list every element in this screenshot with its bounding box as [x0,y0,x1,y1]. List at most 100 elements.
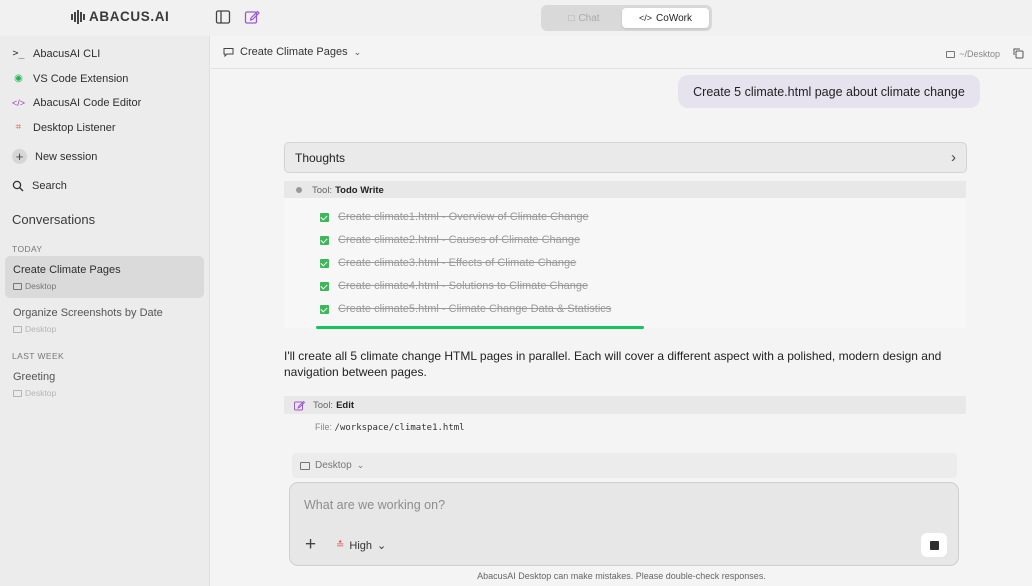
assistant-message: I'll create all 5 climate change HTML pa… [284,349,942,379]
conversation-title-dropdown[interactable]: Create Climate Pages ⌄ [223,46,361,58]
sidebar: >_ AbacusAI CLI ◉ VS Code Extension </> … [0,36,210,586]
conversation-title: Greeting [13,371,56,383]
todo-item: Create climate2.html - Causes of Climate… [320,234,580,246]
top-bar: ABACUS.AI □ Chat </> CoWork [0,0,1032,36]
conversation-header: Create Climate Pages ⌄ ~/Desktop [211,36,1032,69]
search-icon [12,180,24,192]
file-path: /workspace/climate1.html [334,423,465,433]
message-composer: What are we working on? + ≛ High ⌄ [289,482,959,566]
sidebar-item-cli[interactable]: >_ AbacusAI CLI [12,47,100,60]
sidebar-item-label: VS Code Extension [33,72,129,85]
conversation-item[interactable]: Create Climate Pages Desktop [5,256,204,298]
code-brackets-icon: </> [639,13,653,23]
mode-switch: □ Chat </> CoWork [541,5,712,31]
sidebar-item-label: AbacusAI CLI [33,47,101,60]
folder-icon [946,50,956,58]
todo-item: Create climate4.html - Solutions to Clim… [320,280,588,292]
new-chat-edit-icon[interactable] [244,9,260,25]
message-input[interactable]: What are we working on? [304,498,445,512]
disclaimer: AbacusAI Desktop can make mistakes. Plea… [477,571,766,581]
sidebar-item-label: Desktop Listener [33,121,116,134]
chevron-down-icon: ⌄ [353,46,362,57]
abacus-logo: ABACUS.AI [71,9,169,24]
folder-icon [13,389,22,397]
todo-item: Create climate1.html - Overview of Clima… [320,211,589,223]
tool-prefix: Tool: [312,184,333,196]
chat-mode-button[interactable]: □ Chat [545,8,623,28]
abacus-logo-icon [71,9,85,24]
sidebar-toggle-icon[interactable] [215,9,231,25]
user-message: Create 5 climate.html page about climate… [678,75,980,108]
sidebar-item-vscode[interactable]: ◉ VS Code Extension [12,72,128,85]
todo-list: Create climate1.html - Overview of Clima… [284,198,966,328]
checkbox-checked-icon [320,281,329,291]
directory-selector[interactable]: Desktop ⌄ [292,453,957,478]
status-dot-icon [296,187,302,193]
add-attachment-button[interactable]: + [305,535,316,554]
sidebar-item-desktop-listener[interactable]: ⌗ Desktop Listener [12,121,116,134]
workspace-path-text: ~/Desktop [959,49,1000,59]
cowork-mode-button[interactable]: </> CoWork [622,8,709,28]
effort-dropdown[interactable]: ≛ High ⌄ [336,539,387,553]
todo-item: Create climate5.html - Climate Change Da… [320,303,611,315]
chevron-down-icon: ⌄ [377,540,387,552]
tool-name: Todo Write [335,184,384,196]
todo-text: Create climate3.html - Effects of Climat… [338,257,577,269]
file-label: File: [315,422,333,432]
conversation-title-text: Create Climate Pages [240,46,348,58]
logo-text: ABACUS.AI [89,9,170,24]
folder-icon [13,282,22,290]
new-session-button[interactable]: + New session [12,149,97,164]
checkbox-checked-icon [320,258,329,268]
checkbox-checked-icon [320,235,329,245]
todo-text: Create climate2.html - Causes of Climate… [338,234,581,246]
code-editor-icon: </> [12,97,26,108]
conversation-title: Create Climate Pages [13,264,121,276]
conversation-folder: Desktop [25,324,57,334]
chat-bubble-icon [223,48,234,57]
vscode-extension-icon: ◉ [14,73,23,84]
conversations-heading: Conversations [12,212,96,227]
conversation-folder: Desktop [25,388,57,398]
chat-bubble-icon: □ [568,12,575,24]
edited-file-line: File: /workspace/climate1.html [315,422,465,433]
directory-label: Desktop [315,460,352,471]
tool-header-edit[interactable]: Tool: Edit [284,396,966,414]
edit-pencil-icon [294,400,305,410]
chevron-right-icon: › [951,149,956,166]
terminal-icon: >_ [12,48,25,59]
tool-name: Edit [336,399,355,411]
conversation-item[interactable]: Greeting Desktop [5,363,204,405]
new-session-label: New session [35,150,98,163]
thoughts-label: Thoughts [295,151,346,165]
stop-button[interactable] [921,533,947,557]
conversation-item[interactable]: Organize Screenshots by Date Desktop [5,299,204,341]
folder-icon [13,325,22,333]
section-last-week: LAST WEEK [12,351,65,361]
todo-item: Create climate3.html - Effects of Climat… [320,257,576,269]
cowork-mode-label: CoWork [656,12,692,24]
search-label: Search [32,180,67,192]
tool-header-todo[interactable]: Tool: Todo Write [284,181,966,199]
effort-level-icon: ≛ [336,540,345,551]
todo-progress-bar [316,326,644,329]
tool-prefix: Tool: [313,399,334,411]
desktop-listener-icon: ⌗ [15,122,22,133]
checkbox-checked-icon [320,304,329,314]
search-button[interactable]: Search [12,180,67,192]
plus-icon: + [305,534,317,555]
chevron-down-icon: ⌄ [356,460,365,470]
effort-label: High [349,539,373,552]
copy-icon[interactable] [1013,48,1024,59]
stop-icon [929,540,939,550]
todo-text: Create climate1.html - Overview of Clima… [338,211,589,223]
workspace-path[interactable]: ~/Desktop [946,49,1000,59]
folder-icon [300,461,310,470]
sidebar-item-code-editor[interactable]: </> AbacusAI Code Editor [12,96,141,109]
conversation-title: Organize Screenshots by Date [13,307,163,319]
todo-text: Create climate5.html - Climate Change Da… [338,303,612,315]
checkbox-checked-icon [320,212,329,222]
thoughts-panel[interactable]: Thoughts › [284,142,967,173]
sidebar-item-label: AbacusAI Code Editor [33,96,142,109]
chat-mode-label: Chat [578,12,600,24]
